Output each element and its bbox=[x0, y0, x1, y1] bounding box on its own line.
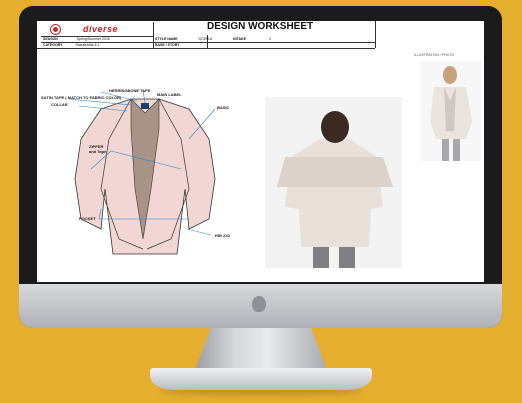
intake-label: INTAKE bbox=[233, 37, 246, 41]
garment-photo-back bbox=[265, 97, 402, 268]
style-name-value: DCEM-A bbox=[198, 37, 213, 41]
season-label: SEASON bbox=[43, 37, 58, 41]
page-title: DESIGN WORKSHEET bbox=[207, 21, 314, 32]
callout-collar: COLLAR bbox=[51, 102, 68, 107]
callout-rib: RIB 2X2 bbox=[215, 233, 231, 238]
header-col-divider bbox=[153, 35, 154, 48]
base-story-row: BASE / STORY bbox=[155, 43, 180, 47]
model-back-view-image bbox=[265, 97, 402, 268]
worksheet-header: diverse DESIGN WORKSHEET SEASON Spring/S… bbox=[37, 21, 376, 49]
brand-logo-icon bbox=[50, 24, 61, 35]
callout-zipper-sub: and Tape bbox=[89, 149, 107, 154]
callout-herringbone-tape: HERRINGBONE TAPE bbox=[109, 88, 151, 93]
category-value: Sweatshirts & L bbox=[75, 43, 100, 47]
style-name-row: STYLE NAME DCEM-A INTAKE 2 bbox=[155, 37, 271, 41]
category-row: CATEGORY Sweatshirts & L bbox=[43, 43, 100, 47]
technical-sketch: HERRINGBONE TAPE MAIN LABEL SATIN TAPE (… bbox=[39, 69, 269, 279]
jacket-flat-drawing: HERRINGBONE TAPE MAIN LABEL SATIN TAPE (… bbox=[41, 88, 231, 255]
category-label: CATEGORY bbox=[43, 43, 63, 47]
main-label-patch bbox=[141, 103, 149, 109]
monitor-stand-neck bbox=[195, 328, 327, 370]
apple-logo-icon bbox=[252, 296, 266, 312]
callout-satin-tape: SATIN TAPE ( MATCH TO FABRIC COLOR) bbox=[41, 95, 122, 100]
season-row: SEASON Spring/Summer 2015 bbox=[43, 37, 110, 41]
season-value: Spring/Summer 2015 bbox=[76, 37, 110, 41]
intake-value: 2 bbox=[268, 37, 271, 41]
screen: diverse DESIGN WORKSHEET SEASON Spring/S… bbox=[37, 21, 484, 282]
callout-main-label: MAIN LABEL bbox=[157, 92, 182, 97]
monitor-stand-foot bbox=[150, 368, 372, 390]
illustration-photo-label: ILLUSTRATION / PHOTO bbox=[414, 53, 455, 57]
garment-photo-front bbox=[420, 61, 482, 161]
brand-name: diverse bbox=[83, 24, 119, 34]
model-front-view-image bbox=[420, 61, 482, 161]
header-col-divider bbox=[375, 21, 376, 48]
callout-basic: BASIC bbox=[217, 105, 230, 110]
base-story-label: BASE / STORY bbox=[155, 43, 180, 47]
callout-pocket: POCKET bbox=[79, 216, 96, 221]
brand-logo-box: diverse bbox=[41, 22, 154, 37]
style-name-label: STYLE NAME bbox=[155, 37, 178, 41]
